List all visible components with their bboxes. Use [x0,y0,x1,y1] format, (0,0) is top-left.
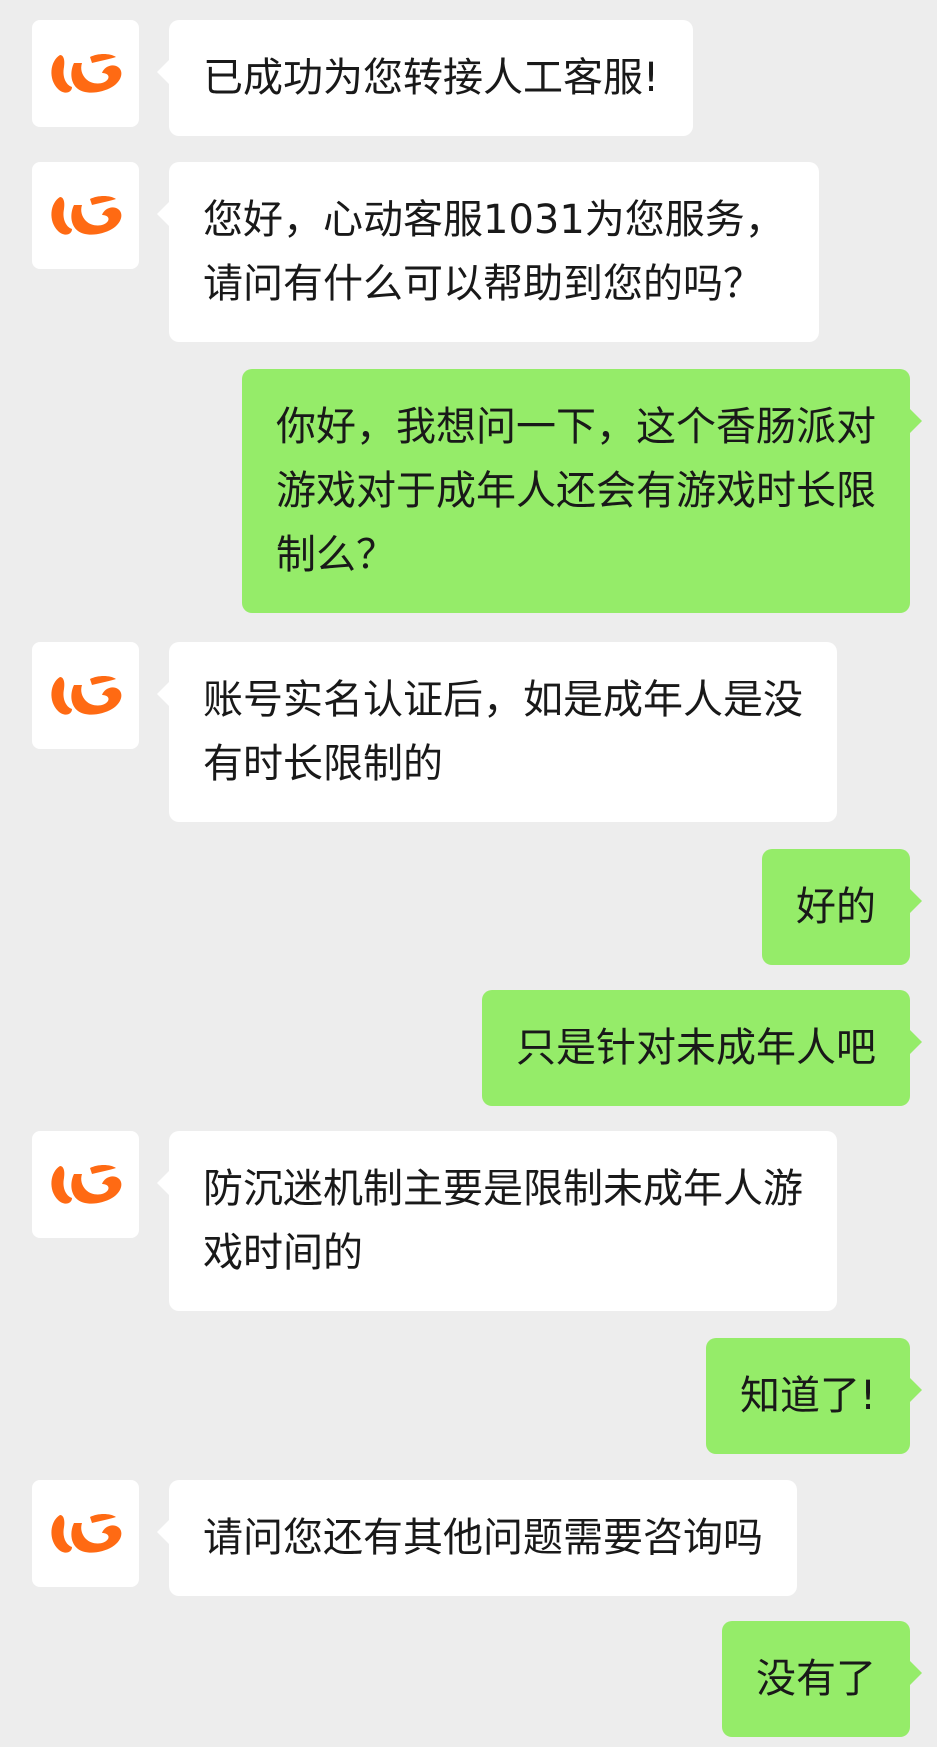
message-bubble-agent[interactable]: 账号实名认证后，如是成年人是没 有时长限制的 [157,642,837,822]
agent-avatar[interactable] [32,162,139,269]
message-text: 没有了 [756,1656,876,1702]
message-bubble-agent[interactable]: 请问您还有其他问题需要咨询吗 [157,1480,797,1596]
message-text: 请问您还有其他问题需要咨询吗 [203,1515,763,1561]
agent-avatar[interactable] [32,1480,139,1587]
message-bubble-agent[interactable]: 已成功为您转接人工客服! [156,20,694,136]
orange-swirl-logo-icon [50,1513,121,1553]
orange-swirl-logo-icon [50,1164,121,1204]
message-bubble-user[interactable]: 你好，我想问一下，这个香肠派对 游戏对于成年人还会有游戏时长限 制么？ [242,369,922,613]
orange-swirl-logo-icon [50,195,121,235]
chat-conversation: 已成功为您转接人工客服! 您好，心动客服1031为您服务， 请问有什么可以帮助到… [0,0,937,1747]
message-bubble-agent[interactable]: 您好，心动客服1031为您服务， 请问有什么可以帮助到您的吗？ [157,162,819,342]
message-bubble-user[interactable]: 没有了 [722,1621,922,1737]
message-bubble-user[interactable]: 好的 [762,849,922,965]
message-text: 您好，心动客服1031为您服务， [203,197,785,243]
message-text: 你好，我想问一下，这个香肠派对 [276,404,876,450]
orange-swirl-logo-icon [50,675,121,715]
agent-avatar[interactable] [32,642,139,749]
message-text: 有时长限制的 [203,741,443,787]
message-text: 已成功为您转接人工客服! [203,55,660,101]
message-bubble-agent[interactable]: 防沉迷机制主要是限制未成年人游 戏时间的 [157,1131,837,1311]
message-text: 知道了! [739,1373,876,1419]
orange-swirl-logo-icon [50,53,121,93]
message-text: 好的 [796,884,876,930]
agent-avatar[interactable] [32,20,139,127]
message-text: 请问有什么可以帮助到您的吗？ [203,261,763,307]
message-text: 防沉迷机制主要是限制未成年人游 [203,1166,803,1212]
message-text: 只是针对未成年人吧 [516,1025,876,1071]
message-text: 账号实名认证后，如是成年人是没 [203,677,803,723]
message-text: 游戏对于成年人还会有游戏时长限 [276,468,876,514]
message-text: 戏时间的 [203,1230,363,1276]
agent-avatar[interactable] [32,1131,139,1238]
message-bubble-user[interactable]: 知道了! [705,1338,923,1454]
message-text: 制么？ [276,532,396,578]
message-bubble-user[interactable]: 只是针对未成年人吧 [482,990,922,1106]
